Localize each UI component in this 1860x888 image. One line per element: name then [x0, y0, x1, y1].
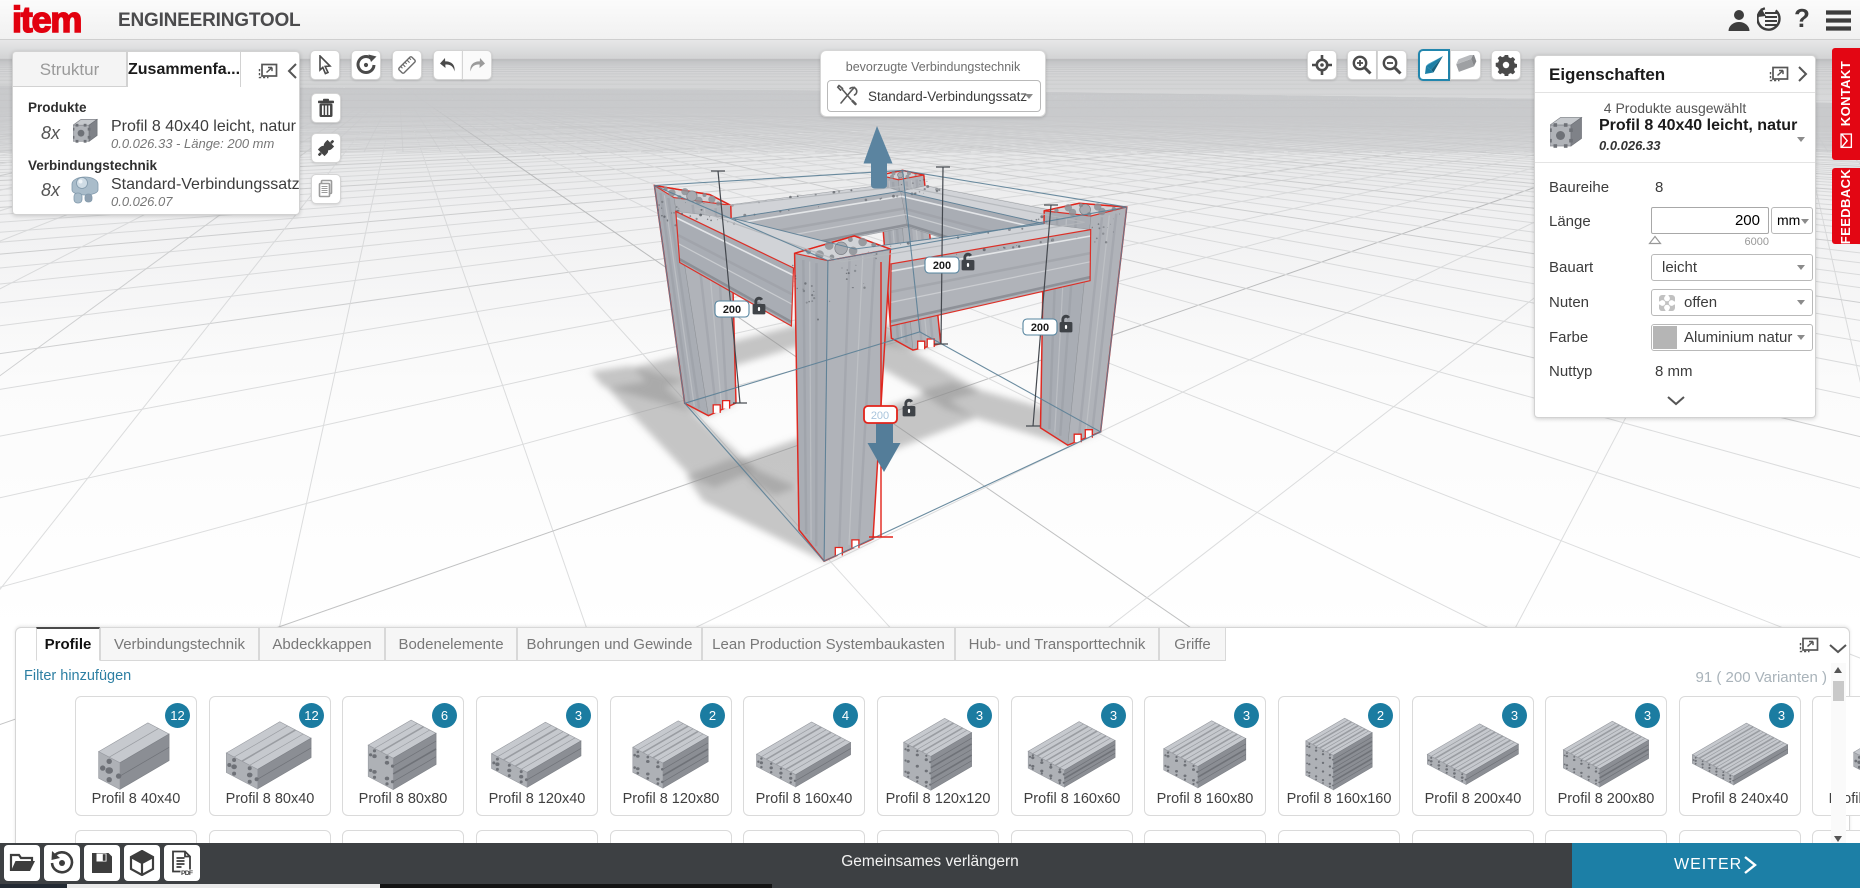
- svg-text:200: 200: [723, 304, 741, 316]
- svg-text:item: item: [12, 2, 81, 40]
- svg-text:200: 200: [933, 260, 951, 272]
- svg-text:200: 200: [871, 410, 889, 422]
- svg-text:200: 200: [1031, 322, 1049, 334]
